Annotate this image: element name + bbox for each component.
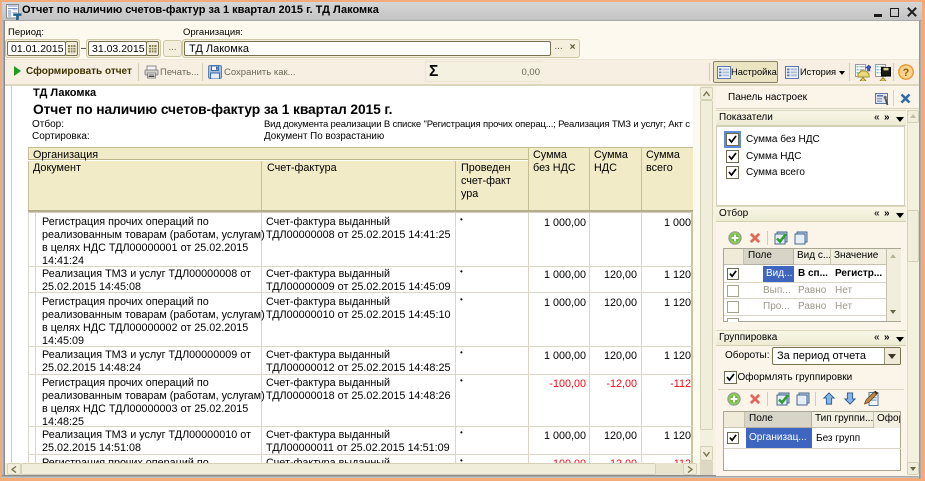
svg-text:?: ?: [903, 67, 910, 79]
